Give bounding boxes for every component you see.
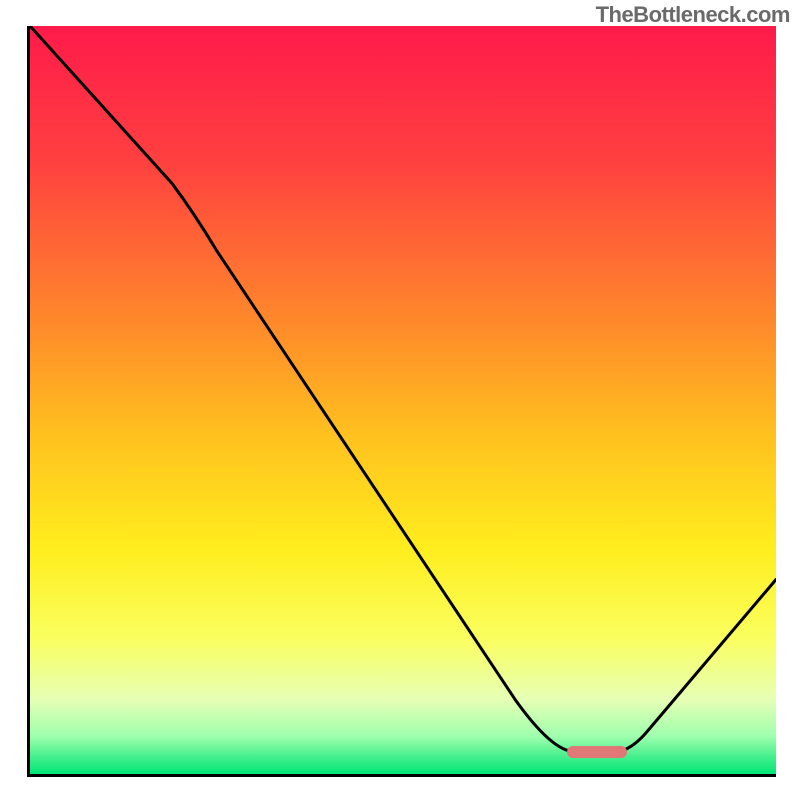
optimal-marker bbox=[567, 746, 627, 758]
line-curve bbox=[30, 26, 776, 774]
plot-area bbox=[27, 26, 776, 777]
chart-container: TheBottleneck.com bbox=[0, 0, 800, 800]
watermark-text: TheBottleneck.com bbox=[596, 2, 790, 28]
